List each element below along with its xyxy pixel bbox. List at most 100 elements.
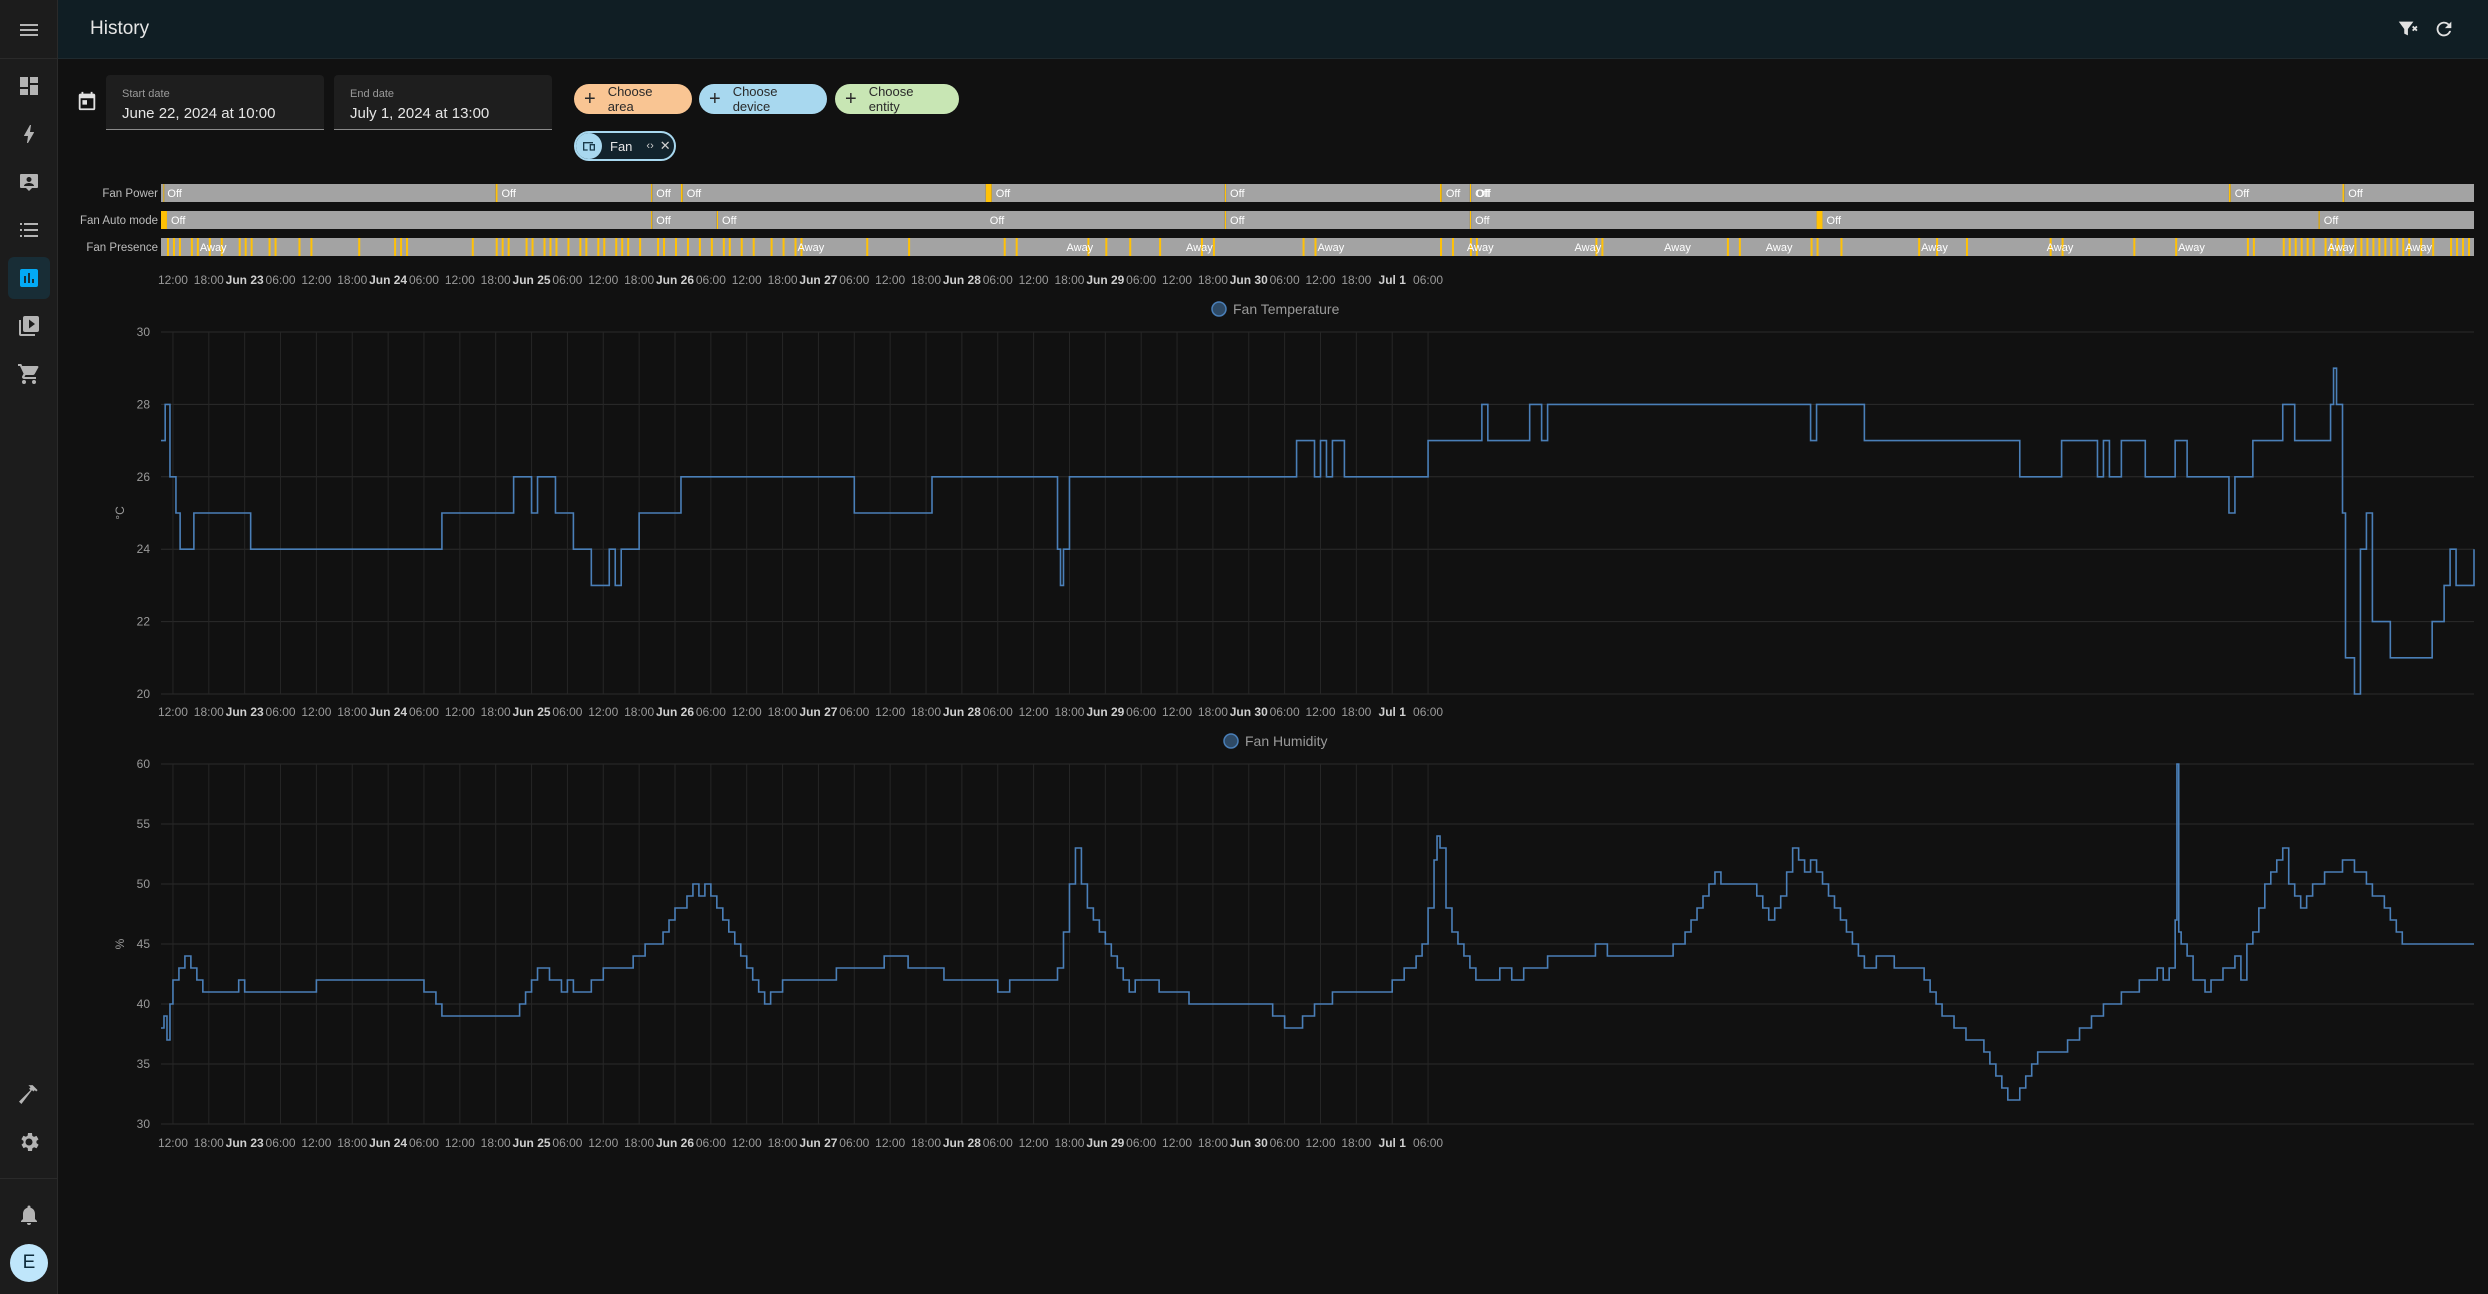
timeline-state-label: Off — [687, 188, 702, 200]
timeline-segment-home — [1003, 238, 1006, 256]
x-tick-label: Jun 23 — [226, 705, 264, 719]
x-tick-label: 06:00 — [409, 1136, 439, 1150]
timeline-segment-home — [1105, 238, 1108, 256]
timeline-segment-home — [2384, 238, 2387, 256]
timeline-segment-home — [1816, 238, 1819, 256]
timeline-segment-home — [310, 238, 313, 256]
timeline-segment — [163, 184, 165, 202]
calendar-icon[interactable] — [76, 90, 98, 112]
start-date-field[interactable]: Start date June 22, 2024 at 10:00 — [106, 75, 324, 130]
x-tick-label: 18:00 — [911, 273, 941, 287]
choose-entity-chip[interactable]: + Choose entity — [835, 84, 959, 114]
timeline-segment-home — [358, 238, 361, 256]
close-icon[interactable]: ✕ — [660, 138, 671, 154]
start-date-value: June 22, 2024 at 10:00 — [122, 105, 276, 122]
x-tick-label: 06:00 — [552, 1136, 582, 1150]
x-tick-label: Jun 25 — [513, 705, 551, 719]
choose-device-chip[interactable]: + Choose device — [699, 84, 827, 114]
timeline-segment-home — [2300, 238, 2303, 256]
timeline-segment-home — [298, 238, 301, 256]
timeline-state-label: Off — [722, 215, 737, 227]
timeline-segment-home — [471, 238, 474, 256]
y-tick-label: 30 — [137, 325, 151, 339]
timeline-segment-home — [2468, 238, 2471, 256]
choose-area-chip[interactable]: + Choose area — [574, 84, 692, 114]
timeline-segment-home — [1440, 238, 1443, 256]
x-tick-label: 12:00 — [158, 1136, 188, 1150]
refresh-button[interactable] — [2430, 15, 2458, 43]
x-tick-label: 12:00 — [1305, 273, 1335, 287]
y-tick-label: 50 — [137, 877, 151, 891]
timeline-segment — [495, 184, 498, 202]
x-tick-label: 12:00 — [875, 1136, 905, 1150]
timeline-segment-home — [549, 238, 552, 256]
timeline-segment — [651, 211, 653, 229]
sidebar-item-energy[interactable] — [8, 113, 50, 155]
x-tick-label: Jun 27 — [799, 1136, 837, 1150]
x-tick-label: 12:00 — [1162, 705, 1192, 719]
sidebar-item-overview[interactable] — [8, 65, 50, 107]
target-chip-fan[interactable]: Fan ‹› ✕ — [574, 131, 676, 161]
timeline-segment-home — [686, 238, 689, 256]
x-tick-label: 06:00 — [696, 1136, 726, 1150]
x-tick-label: 12:00 — [1019, 273, 1049, 287]
x-tick-label: 12:00 — [875, 273, 905, 287]
x-tick-label: 12:00 — [1019, 1136, 1049, 1150]
timeline-segment-home — [2360, 238, 2363, 256]
timeline-segment-home — [1302, 238, 1305, 256]
x-tick-label: Jun 27 — [799, 705, 837, 719]
x-tick-label: 12:00 — [445, 705, 475, 719]
timeline-segment — [682, 184, 986, 202]
x-tick-label: Jun 29 — [1086, 1136, 1124, 1150]
x-tick-label: 12:00 — [445, 1136, 475, 1150]
menu-icon[interactable] — [8, 9, 50, 51]
timeline-segment — [1226, 184, 1441, 202]
y-tick-label: 26 — [137, 470, 151, 484]
x-tick-label: Jun 26 — [656, 705, 694, 719]
x-tick-label: 12:00 — [301, 705, 331, 719]
timeline-state-label: Off — [2348, 188, 2363, 200]
timeline-state-label: Off — [1230, 188, 1245, 200]
timeline-state-label: Away — [2405, 242, 2432, 254]
timeline-row-label: Fan Power — [102, 188, 158, 200]
timeline-segment-home — [2282, 238, 2285, 256]
sidebar-item-notifications[interactable] — [8, 1194, 50, 1236]
timeline-segment-home — [782, 238, 785, 256]
x-tick-label: 06:00 — [266, 1136, 296, 1150]
timeline-segment-home — [585, 238, 588, 256]
timeline-segment-home — [1918, 238, 1921, 256]
timeline-segment-home — [1212, 238, 1215, 256]
x-tick-label: 18:00 — [194, 273, 224, 287]
timeline-state-label: Away — [1766, 242, 1793, 254]
timeline-segment — [716, 211, 719, 229]
avatar[interactable]: E — [10, 1244, 48, 1282]
start-date-label: Start date — [122, 88, 170, 100]
timeline-segment-home — [2366, 238, 2369, 256]
timeline-segment-home — [2432, 238, 2435, 256]
timeline-state-label: Off — [2324, 215, 2339, 227]
timeline-segment — [1469, 211, 1472, 229]
clear-filters-button[interactable] — [2393, 15, 2421, 43]
timeline-segment-home — [567, 238, 570, 256]
sidebar-divider — [0, 1178, 57, 1179]
x-tick-label: 18:00 — [1054, 705, 1084, 719]
timeline-segment-home — [1314, 238, 1317, 256]
timeline-segment — [161, 211, 167, 229]
x-tick-label: 06:00 — [1270, 273, 1300, 287]
x-tick-label: 06:00 — [983, 705, 1013, 719]
x-tick-label: 18:00 — [1198, 273, 1228, 287]
timeline-segment — [166, 211, 652, 229]
timeline-segment-home — [400, 238, 403, 256]
legend-label: Fan Humidity — [1245, 733, 1327, 749]
timeline-segment-home — [2390, 238, 2393, 256]
x-tick-label: Jul 1 — [1379, 705, 1407, 719]
x-tick-label: 18:00 — [1198, 1136, 1228, 1150]
timeline-state-label: Off — [501, 188, 516, 200]
device-icon — [576, 133, 602, 159]
timeline-segment-home — [2402, 238, 2405, 256]
timeline-segment — [680, 184, 683, 202]
expand-icon[interactable]: ‹› — [646, 140, 653, 152]
y-tick-label: 30 — [137, 1117, 151, 1131]
timeline-segment-home — [752, 238, 755, 256]
end-date-field[interactable]: End date July 1, 2024 at 13:00 — [334, 75, 552, 130]
